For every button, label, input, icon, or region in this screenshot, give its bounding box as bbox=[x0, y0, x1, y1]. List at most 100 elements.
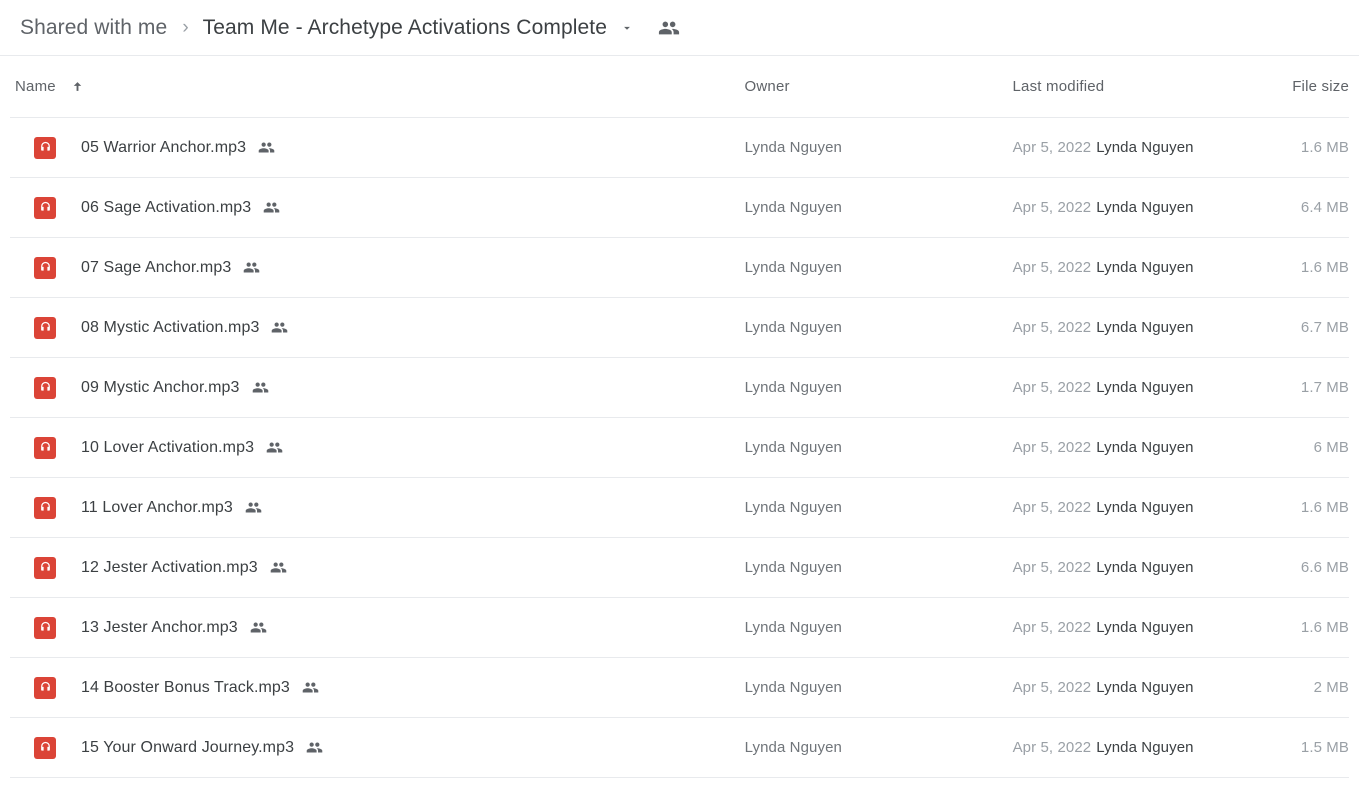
file-owner: Lynda Nguyen bbox=[744, 559, 842, 576]
file-row[interactable]: 11 Lover Anchor.mp3 Lynda Nguyen Apr 5, 20… bbox=[10, 478, 1349, 538]
file-modified-date: Apr 5, 2022 bbox=[1012, 139, 1092, 156]
file-name-label: 15 Your Onward Journey.mp3 bbox=[81, 738, 295, 756]
people-shared-icon bbox=[250, 619, 267, 636]
people-shared-icon bbox=[243, 259, 260, 276]
file-name-cell[interactable]: 09 Mystic Anchor.mp3 bbox=[10, 376, 745, 399]
file-name-label: 07 Sage Anchor.mp3 bbox=[81, 258, 232, 276]
file-modified-by: Lynda Nguyen bbox=[1096, 619, 1194, 636]
column-header-name[interactable]: Name bbox=[10, 78, 745, 95]
file-modified-by: Lynda Nguyen bbox=[1096, 319, 1194, 336]
people-shared-icon bbox=[266, 439, 283, 456]
file-size: 1.7 MB bbox=[1300, 379, 1349, 396]
file-name-cell[interactable]: 13 Jester Anchor.mp3 bbox=[10, 616, 745, 639]
file-owner: Lynda Nguyen bbox=[744, 139, 842, 156]
audio-file-icon bbox=[34, 316, 56, 339]
file-size: 1.6 MB bbox=[1300, 139, 1349, 156]
people-shared-icon bbox=[270, 559, 287, 576]
file-row[interactable]: 15 Your Onward Journey.mp3 Lynda Nguyen Ap… bbox=[10, 718, 1349, 778]
column-header-file-size[interactable]: File size bbox=[1261, 78, 1349, 95]
people-shared-icon bbox=[302, 679, 319, 696]
file-modified-by: Lynda Nguyen bbox=[1096, 499, 1194, 516]
file-name-label: 11 Lover Anchor.mp3 bbox=[81, 498, 233, 516]
file-owner: Lynda Nguyen bbox=[744, 499, 842, 516]
file-owner: Lynda Nguyen bbox=[744, 259, 842, 276]
breadcrumb-root-shared-with-me[interactable]: Shared with me bbox=[20, 16, 167, 40]
file-name-cell[interactable]: 06 Sage Activation.mp3 bbox=[10, 196, 745, 219]
file-modified-by: Lynda Nguyen bbox=[1096, 439, 1194, 456]
file-name-label: 09 Mystic Anchor.mp3 bbox=[81, 378, 240, 396]
file-owner: Lynda Nguyen bbox=[744, 679, 842, 696]
file-last-modified: Apr 5, 2022 Lynda Nguyen bbox=[1013, 619, 1261, 636]
file-modified-date: Apr 5, 2022 bbox=[1012, 499, 1092, 516]
file-size: 1.5 MB bbox=[1300, 739, 1349, 756]
file-name-label: 06 Sage Activation.mp3 bbox=[81, 198, 252, 216]
people-shared-icon bbox=[271, 319, 288, 336]
file-last-modified: Apr 5, 2022 Lynda Nguyen bbox=[1013, 379, 1261, 396]
file-row[interactable]: 10 Lover Activation.mp3 Lynda Nguyen Apr 5… bbox=[10, 418, 1349, 478]
file-size: 6.7 MB bbox=[1300, 319, 1349, 336]
file-owner: Lynda Nguyen bbox=[744, 199, 842, 216]
file-row[interactable]: 06 Sage Activation.mp3 Lynda Nguyen Apr 5,… bbox=[10, 178, 1349, 238]
audio-file-icon bbox=[34, 256, 56, 279]
file-name-label: 14 Booster Bonus Track.mp3 bbox=[81, 678, 290, 696]
audio-file-icon bbox=[34, 736, 56, 759]
file-name-cell[interactable]: 11 Lover Anchor.mp3 bbox=[10, 496, 745, 519]
arrow-up-icon[interactable] bbox=[70, 79, 85, 94]
file-name-cell[interactable]: 12 Jester Activation.mp3 bbox=[10, 556, 745, 579]
file-modified-by: Lynda Nguyen bbox=[1096, 259, 1194, 276]
file-modified-date: Apr 5, 2022 bbox=[1012, 619, 1092, 636]
file-row[interactable]: 07 Sage Anchor.mp3 Lynda Nguyen Apr 5, 202… bbox=[10, 238, 1349, 298]
file-name-cell[interactable]: 08 Mystic Activation.mp3 bbox=[10, 316, 745, 339]
file-row[interactable]: 12 Jester Activation.mp3 Lynda Nguyen Apr … bbox=[10, 538, 1349, 598]
file-modified-date: Apr 5, 2022 bbox=[1012, 199, 1092, 216]
file-row[interactable]: 09 Mystic Anchor.mp3 Lynda Nguyen Apr 5, 2… bbox=[10, 358, 1349, 418]
file-name-label: 05 Warrior Anchor.mp3 bbox=[81, 138, 247, 156]
people-shared-icon bbox=[252, 379, 269, 396]
column-header-owner[interactable]: Owner bbox=[745, 78, 1013, 95]
file-name-cell[interactable]: 05 Warrior Anchor.mp3 bbox=[10, 136, 745, 159]
people-shared-icon bbox=[258, 139, 275, 156]
file-modified-by: Lynda Nguyen bbox=[1096, 379, 1194, 396]
file-size: 2 MB bbox=[1313, 679, 1349, 696]
audio-file-icon bbox=[34, 556, 56, 579]
file-owner: Lynda Nguyen bbox=[744, 379, 842, 396]
file-row[interactable]: 13 Jester Anchor.mp3 Lynda Nguyen Apr 5, 2… bbox=[10, 598, 1349, 658]
file-size: 6 MB bbox=[1313, 439, 1349, 456]
file-last-modified: Apr 5, 2022 Lynda Nguyen bbox=[1013, 679, 1261, 696]
chevron-down-icon[interactable] bbox=[620, 21, 634, 35]
file-size: 1.6 MB bbox=[1300, 619, 1349, 636]
file-name-cell[interactable]: 15 Your Onward Journey.mp3 bbox=[10, 736, 745, 759]
people-shared-icon[interactable] bbox=[658, 17, 680, 39]
breadcrumb-current-folder[interactable]: Team Me - Archetype Activations Complete bbox=[203, 16, 607, 40]
file-modified-date: Apr 5, 2022 bbox=[1012, 379, 1092, 396]
audio-file-icon bbox=[34, 616, 56, 639]
file-last-modified: Apr 5, 2022 Lynda Nguyen bbox=[1013, 439, 1261, 456]
file-modified-date: Apr 5, 2022 bbox=[1012, 319, 1092, 336]
breadcrumb: Shared with me › Team Me - Archetype Act… bbox=[0, 0, 1359, 56]
file-name-cell[interactable]: 10 Lover Activation.mp3 bbox=[10, 436, 745, 459]
file-modified-by: Lynda Nguyen bbox=[1096, 139, 1194, 156]
file-row[interactable]: 08 Mystic Activation.mp3 Lynda Nguyen Apr … bbox=[10, 298, 1349, 358]
audio-file-icon bbox=[34, 496, 56, 519]
file-modified-date: Apr 5, 2022 bbox=[1012, 259, 1092, 276]
file-name-cell[interactable]: 14 Booster Bonus Track.mp3 bbox=[10, 676, 745, 699]
file-modified-by: Lynda Nguyen bbox=[1096, 739, 1194, 756]
file-name-cell[interactable]: 07 Sage Anchor.mp3 bbox=[10, 256, 745, 279]
file-last-modified: Apr 5, 2022 Lynda Nguyen bbox=[1013, 499, 1261, 516]
people-shared-icon bbox=[263, 199, 280, 216]
file-name-label: 10 Lover Activation.mp3 bbox=[81, 438, 255, 456]
audio-file-icon bbox=[34, 376, 56, 399]
column-header-last-modified[interactable]: Last modified bbox=[1013, 78, 1261, 95]
breadcrumb-separator-icon: › bbox=[182, 17, 189, 38]
file-modified-date: Apr 5, 2022 bbox=[1012, 439, 1092, 456]
file-modified-by: Lynda Nguyen bbox=[1096, 559, 1194, 576]
people-shared-icon bbox=[306, 739, 323, 756]
file-row[interactable]: 14 Booster Bonus Track.mp3 Lynda Nguyen Ap… bbox=[10, 658, 1349, 718]
file-row[interactable]: 05 Warrior Anchor.mp3 Lynda Nguyen Apr 5, … bbox=[10, 118, 1349, 178]
file-last-modified: Apr 5, 2022 Lynda Nguyen bbox=[1013, 259, 1261, 276]
file-owner: Lynda Nguyen bbox=[744, 319, 842, 336]
file-owner: Lynda Nguyen bbox=[744, 619, 842, 636]
audio-file-icon bbox=[34, 196, 56, 219]
people-shared-icon bbox=[245, 499, 262, 516]
file-last-modified: Apr 5, 2022 Lynda Nguyen bbox=[1013, 559, 1261, 576]
